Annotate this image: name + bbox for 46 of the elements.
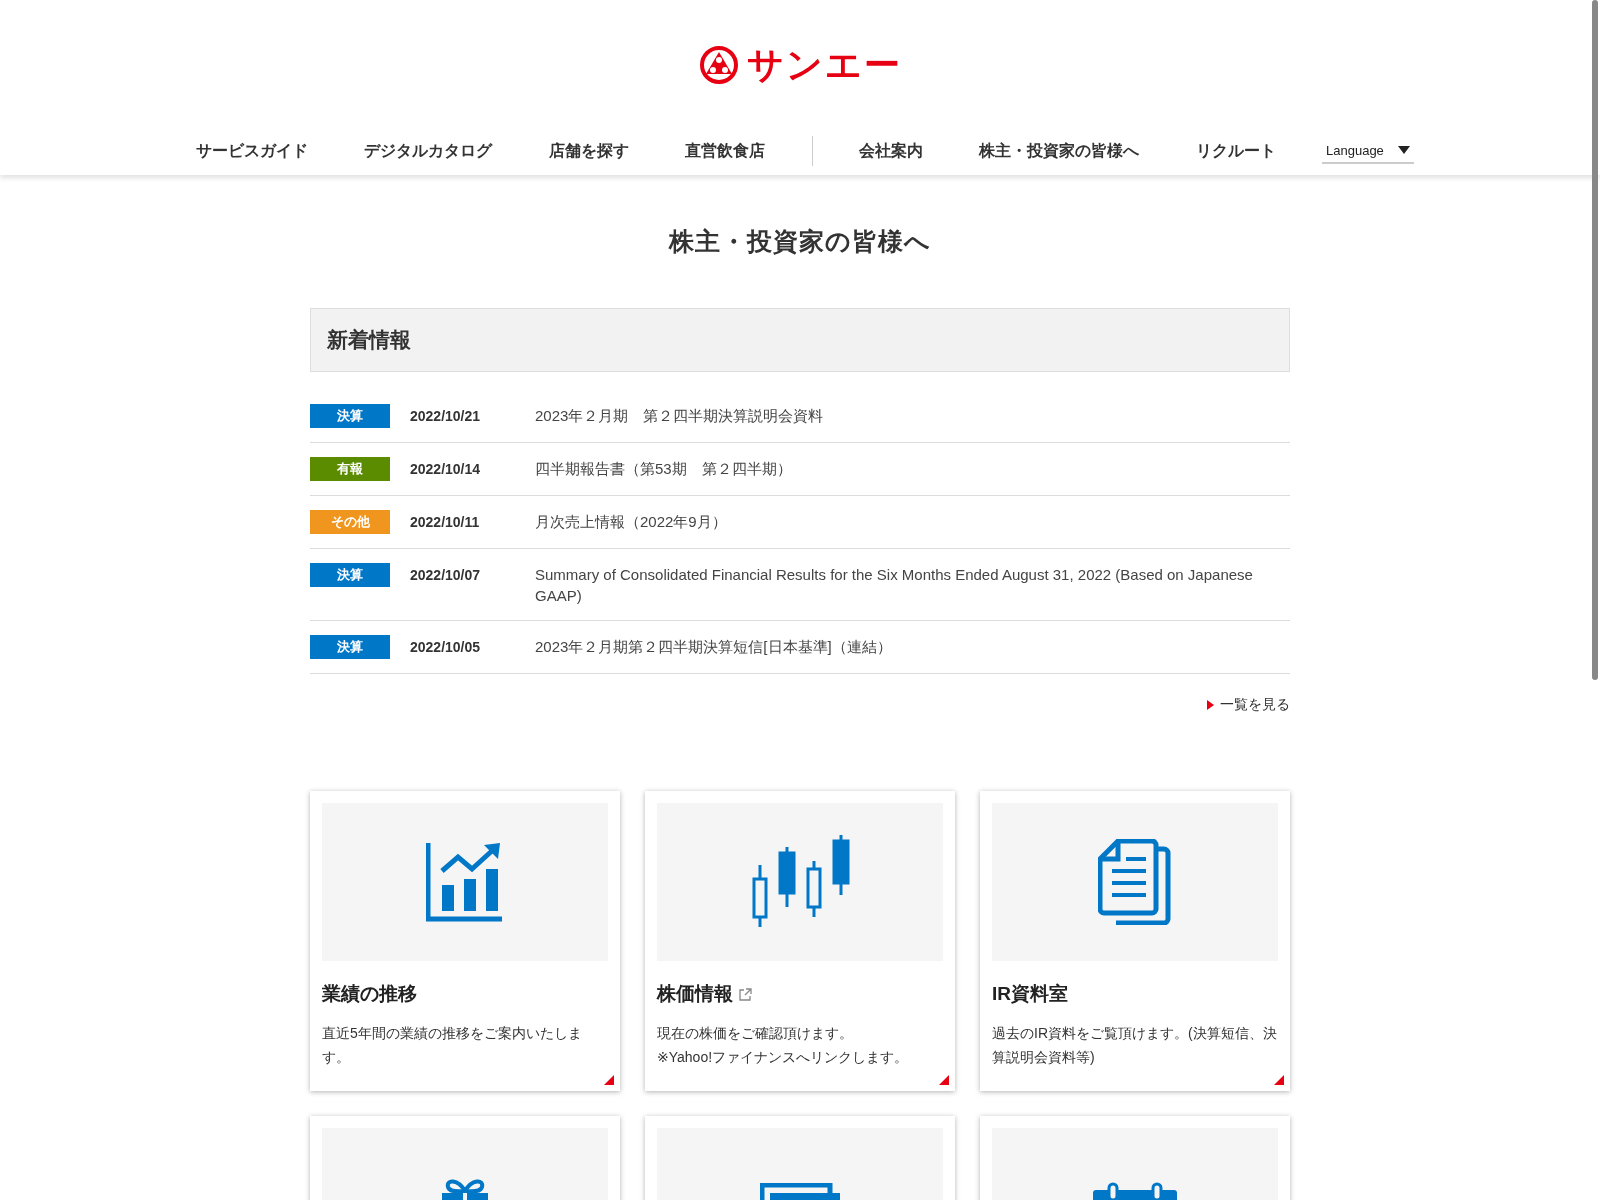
corner-triangle-icon xyxy=(604,1075,614,1085)
corner-triangle-icon xyxy=(939,1075,949,1085)
nav-item[interactable]: デジタルカタログ xyxy=(354,140,503,162)
news-date: 2022/10/07 xyxy=(409,566,482,585)
nav-item[interactable]: 会社案内 xyxy=(848,140,933,162)
card-description: 現在の株価をご確認頂けます。 xyxy=(657,1024,854,1043)
category-tag: その他 xyxy=(310,510,390,534)
more-link[interactable]: 一覧を見る xyxy=(1220,696,1290,714)
news-link[interactable]: 四半期報告書（第53期 第２四半期） xyxy=(535,458,1290,479)
card-description: 直近5年間の業績の推移をご案内いたします。 xyxy=(322,1024,583,1067)
card-title: IR資料室 xyxy=(992,982,1068,1006)
logo-mark-icon xyxy=(698,45,739,85)
candlestick-icon xyxy=(750,835,850,929)
news-heading: 新着情報 xyxy=(310,308,1290,372)
nav-item[interactable]: 直営飲食店 xyxy=(675,140,776,162)
triangle-icon xyxy=(1207,700,1214,710)
news-date: 2022/10/11 xyxy=(409,513,481,532)
card-description: ※Yahoo!ファイナンスへリンクします。 xyxy=(657,1048,910,1067)
card-title: 業績の推移 xyxy=(322,982,417,1006)
nav-item[interactable]: 株主・投資家の皆様へ xyxy=(969,140,1150,162)
category-tag: 決算 xyxy=(310,635,390,659)
card-description: 過去のIR資料をご覧頂けます。(決算短信、決算説明会資料等) xyxy=(992,1024,1278,1067)
news-date: 2022/10/21 xyxy=(409,407,482,426)
document-icon xyxy=(1098,839,1172,925)
news-link[interactable]: 2023年２月期 第２四半期決算説明会資料 xyxy=(535,405,1290,426)
news-link[interactable]: 2023年２月期第２四半期決算短信[日本基準]（連結） xyxy=(535,636,1290,657)
logo-wordmark[interactable]: サンエー xyxy=(746,47,902,83)
scrollbar[interactable] xyxy=(1592,0,1598,680)
category-tag: 有報 xyxy=(310,457,390,481)
corner-triangle-icon xyxy=(1274,1075,1284,1085)
category-tag: 決算 xyxy=(310,563,390,587)
nav-item[interactable]: リクルート xyxy=(1185,140,1286,162)
card-title: 株価情報 xyxy=(657,982,733,1006)
news-link[interactable]: 月次売上情報（2022年9月） xyxy=(535,511,1290,532)
nav-item[interactable]: 店舗を探す xyxy=(538,140,639,162)
page-title: 株主・投資家の皆様へ xyxy=(667,226,932,257)
news-date: 2022/10/14 xyxy=(409,460,482,479)
caret-icon xyxy=(1398,146,1410,154)
news-date: 2022/10/05 xyxy=(409,638,482,657)
news-link[interactable]: Summary of Consolidated Financial Results for the Six Months Ended August 31, 2022 (Based on Japanese GAAP) xyxy=(535,564,1290,606)
nav-item[interactable]: サービスガイド xyxy=(186,140,318,162)
card[interactable]: 株価情報 現在の株価をご確認頂けます。 ※Yahoo!ファイナンスへリンクします。 xyxy=(645,791,955,1091)
card[interactable]: IR資料室 過去のIR資料をご覧頂けます。(決算短信、決算説明会資料等) xyxy=(980,791,1290,1091)
growth-chart-icon xyxy=(426,841,504,923)
category-tag: 決算 xyxy=(310,404,390,428)
card[interactable]: 業績の推移 直近5年間の業績の推移をご案内いたします。 xyxy=(310,791,620,1091)
